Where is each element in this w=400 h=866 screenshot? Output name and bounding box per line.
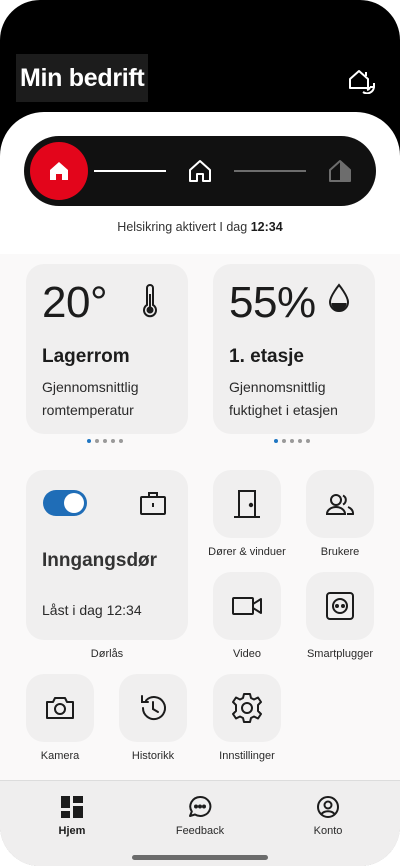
pager-dot (298, 439, 302, 443)
home-half-icon[interactable] (327, 158, 353, 184)
lock-toggle[interactable] (43, 490, 87, 516)
doors-windows-tile[interactable] (213, 470, 281, 538)
step-home-active[interactable] (30, 142, 88, 200)
pager-dot (95, 439, 99, 443)
app-screen: Min bedrift Helsikring aktivert I dag 12… (0, 0, 400, 866)
history-icon (141, 695, 166, 720)
home-indicator[interactable] (132, 855, 268, 860)
smart-plug-icon (326, 592, 354, 620)
card-description: Gjennomsnittlig fuktighet i etasjen (229, 379, 338, 418)
step-line (234, 170, 306, 172)
door-lock-label: Dørlås (90, 648, 124, 660)
tile-label: Brukere (320, 546, 360, 558)
history-tile[interactable] (119, 674, 187, 742)
camera-tile[interactable] (26, 674, 94, 742)
card-description: Gjennomsnittlig romtemperatur (42, 379, 139, 418)
gear-icon (232, 693, 262, 723)
humidity-card[interactable]: 55% 1. etasje Gjennomsnittlig fuktighet … (213, 264, 375, 434)
door-lock-card[interactable]: Inngangsdør Låst i dag 12:34 (26, 470, 188, 640)
tab-feedback[interactable]: Feedback (155, 795, 245, 837)
tab-label: Feedback (175, 825, 225, 837)
humidity-value: 55% (229, 278, 316, 327)
video-camera-icon (232, 597, 262, 615)
temperature-pager[interactable] (87, 439, 123, 443)
card-title: 1. etasje (229, 346, 304, 367)
tab-label: Hjem (58, 825, 86, 837)
pager-dot (87, 439, 91, 443)
account-icon (317, 796, 339, 818)
status-time: 12:34 (250, 220, 283, 234)
users-icon (325, 494, 355, 515)
tile-label: Kamera (40, 750, 80, 762)
tile-label: Innstillinger (219, 750, 275, 762)
tile-label: Dører & vinduer (208, 546, 286, 558)
pager-dot (103, 439, 107, 443)
briefcase-icon (140, 492, 166, 515)
pager-dot (306, 439, 310, 443)
chat-bubble-icon (189, 795, 212, 817)
settings-tile[interactable] (213, 674, 281, 742)
dashboard-icon (61, 796, 83, 818)
temperature-card[interactable]: 20° Lagerrom Gjennomsnittlig romtemperat… (26, 264, 188, 434)
page-title-box: Min bedrift (16, 54, 149, 102)
tab-label: Konto (313, 825, 343, 837)
door-title: Inngangsdør (42, 550, 158, 571)
card-title: Lagerrom (42, 346, 130, 367)
content-sheet: Helsikring aktivert I dag 12:34 20° Lage… (0, 112, 400, 866)
smart-plug-tile[interactable] (306, 572, 374, 640)
users-tile[interactable] (306, 470, 374, 538)
door-icon (234, 490, 260, 518)
status-line: Helsikring aktivert I dag 12:34 (0, 220, 400, 234)
home-outline-icon[interactable] (187, 158, 213, 184)
temperature-value: 20° (42, 278, 108, 327)
step-line (94, 170, 166, 172)
door-status: Låst i dag 12:34 (42, 602, 142, 618)
alarm-stepper[interactable] (24, 136, 376, 206)
tile-label: Smartplugger (306, 648, 374, 660)
humidity-pager[interactable] (274, 439, 310, 443)
status-text: Helsikring aktivert I dag (117, 220, 248, 234)
tab-home[interactable]: Hjem (27, 795, 117, 837)
home-icon (50, 162, 68, 180)
camera-icon (46, 697, 74, 719)
page-title: Min bedrift (20, 63, 145, 92)
pager-dot (290, 439, 294, 443)
home-switch-icon[interactable] (346, 66, 376, 94)
pager-dot (282, 439, 286, 443)
pager-dot (274, 439, 278, 443)
tab-account[interactable]: Konto (283, 795, 373, 837)
tile-label: Historikk (131, 750, 175, 762)
water-drop-icon (328, 283, 350, 312)
toggle-knob (64, 493, 84, 513)
tile-label: Video (233, 648, 261, 660)
thermometer-icon (143, 284, 157, 318)
pager-dot (119, 439, 123, 443)
pager-dot (111, 439, 115, 443)
video-tile[interactable] (213, 572, 281, 640)
tab-bar: Hjem Feedback Konto (0, 780, 400, 866)
